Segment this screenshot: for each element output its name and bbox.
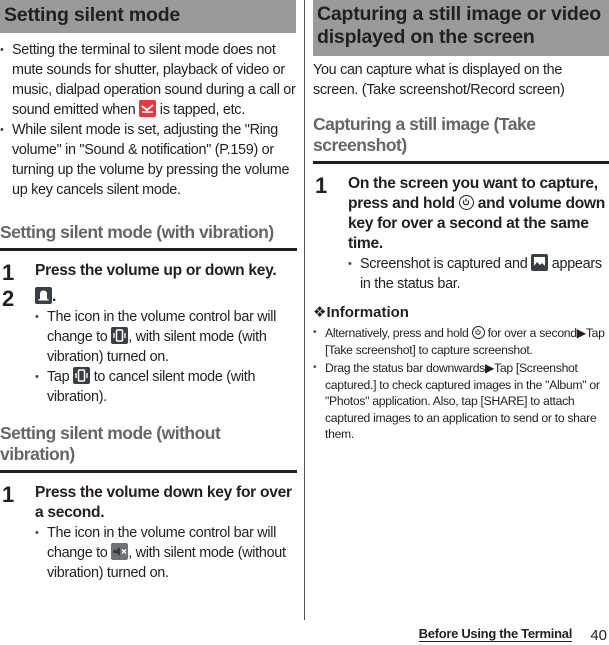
- mute-icon: [111, 543, 129, 560]
- step-1: 1 On the screen you want to capture, pre…: [313, 174, 609, 294]
- page-number: 40: [590, 627, 607, 644]
- power-icon: [471, 326, 485, 339]
- list-item: Drag the status bar downwards▶Tap [Scree…: [313, 360, 609, 443]
- vibrate-icon: [73, 367, 90, 384]
- step-1: 1 Press the volume down key for over a s…: [0, 483, 297, 583]
- subsection-with-vibration: Setting silent mode (with vibration) 1 P…: [0, 222, 297, 407]
- section-header-capturing: Capturing a still image or video display…: [313, 0, 609, 56]
- bell-icon: [35, 287, 52, 304]
- information-box: ❖Information Alternatively, press and ho…: [313, 304, 609, 443]
- information-title: ❖Information: [313, 304, 409, 321]
- page-footer: Before Using the Terminal 40: [359, 624, 609, 644]
- intro-text: You can capture what is displayed on the…: [313, 62, 565, 98]
- list-item: Setting the terminal to silent mode does…: [0, 40, 297, 120]
- end-call-icon: [139, 100, 157, 117]
- footer-section-title: Before Using the Terminal: [418, 626, 572, 642]
- screenshot-icon: [531, 254, 549, 271]
- column-divider: [304, 0, 305, 620]
- step-2: 2 . The icon in the volume control bar w…: [0, 287, 297, 407]
- subsection-title: Setting silent mode (with vibration): [0, 222, 297, 251]
- list-item: Screenshot is captured and appears in th…: [348, 254, 609, 294]
- power-icon: [458, 195, 474, 210]
- list-item: While silent mode is set, adjusting the …: [0, 120, 297, 200]
- subsection-title: Capturing a still image (Take screenshot…: [313, 114, 609, 164]
- list-item: The icon in the volume control bar will …: [35, 307, 297, 367]
- right-column: Capturing a still image or video display…: [313, 0, 609, 443]
- subsection-title: Setting silent mode (without vibration): [0, 423, 297, 473]
- list-item: Alternatively, press and hold for over a…: [313, 325, 609, 358]
- step-1: 1 Press the volume up or down key.: [2, 260, 277, 285]
- left-column: Setting silent mode Setting the terminal…: [0, 0, 297, 583]
- subsection-take-screenshot: Capturing a still image (Take screenshot…: [313, 114, 609, 294]
- section-header-silent-mode: Setting silent mode: [0, 0, 296, 33]
- silent-mode-notes: Setting the terminal to silent mode does…: [0, 40, 297, 200]
- list-item: The icon in the volume control bar will …: [35, 523, 297, 583]
- vibrate-icon: [111, 327, 129, 344]
- list-item: Tap to cancel silent mode (with vibratio…: [35, 367, 297, 407]
- subsection-without-vibration: Setting silent mode (without vibration) …: [0, 423, 297, 583]
